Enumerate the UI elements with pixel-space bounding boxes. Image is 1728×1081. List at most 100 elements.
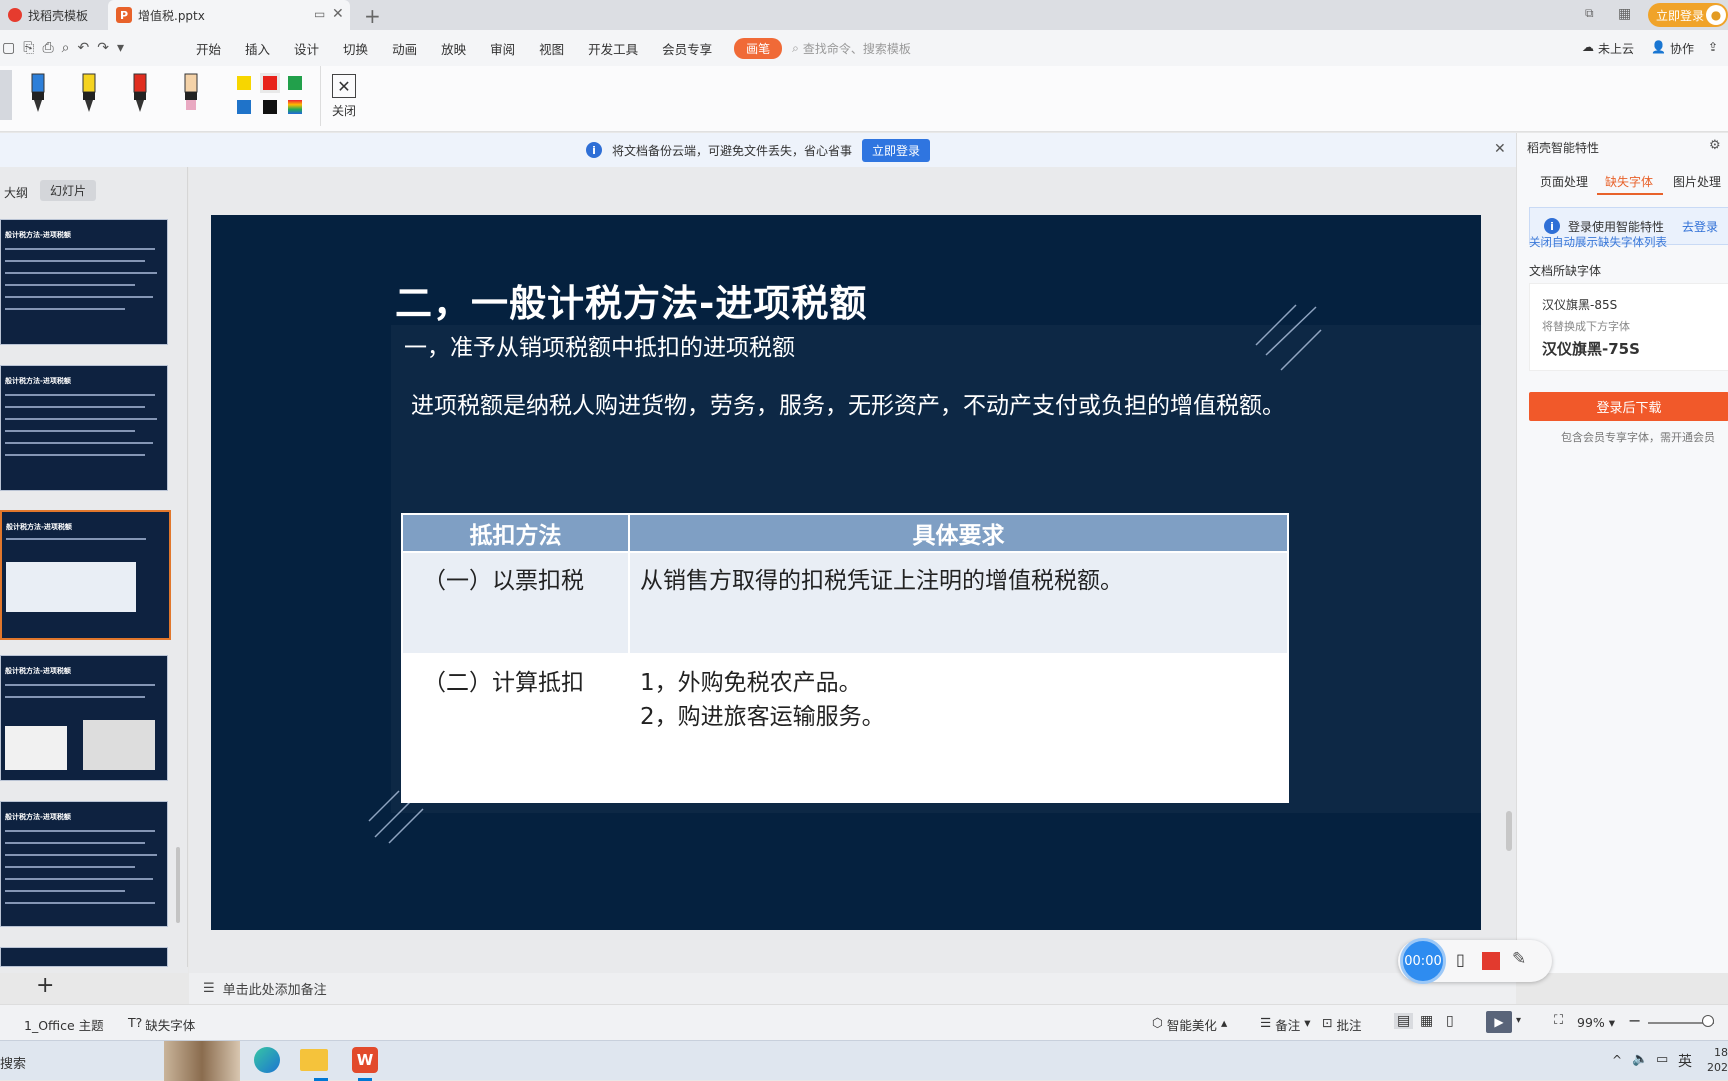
color-black[interactable]	[263, 100, 277, 114]
menu-transition[interactable]: 切换	[331, 39, 380, 58]
comment-icon[interactable]: ▭	[314, 7, 325, 21]
play-icon[interactable]: ▶	[1486, 1011, 1512, 1033]
slide-thumbnail[interactable]: 般计税方法-进项税额	[0, 801, 168, 927]
search-icon: ⌕	[792, 40, 799, 55]
volume-icon[interactable]: 🔈	[1632, 1052, 1648, 1067]
slide-subtitle[interactable]: 一，准予从销项税额中抵扣的进项税额	[404, 328, 795, 362]
tab-outline[interactable]: 大纲	[4, 184, 28, 201]
grid-icon[interactable]: ▦	[1618, 6, 1631, 22]
slide-sorter-icon[interactable]: ▦	[1420, 1013, 1433, 1029]
login-button[interactable]: 立即登录 ●	[1648, 3, 1728, 27]
color-more-icon[interactable]	[288, 100, 302, 114]
pen-yellow-icon[interactable]	[79, 72, 99, 116]
wps-icon[interactable]: W	[352, 1047, 378, 1073]
color-green[interactable]	[288, 76, 302, 90]
menu-review[interactable]: 审阅	[478, 39, 527, 58]
more-icon[interactable]: ▾	[117, 40, 124, 56]
menu-developer[interactable]: 开发工具	[576, 39, 650, 58]
go-login-link[interactable]: 去登录	[1682, 218, 1718, 235]
pause-icon[interactable]: ▯	[1456, 950, 1465, 969]
color-blue[interactable]	[237, 100, 251, 114]
tray-chevron-icon[interactable]: ^	[1612, 1053, 1622, 1067]
edge-icon[interactable]	[254, 1047, 280, 1073]
deduction-table[interactable]: 抵扣方法 具体要求 （一）以票扣税 从销售方取得的扣税凭证上注明的增值税税额。 …	[401, 513, 1289, 803]
tab-image-processing[interactable]: 图片处理	[1673, 173, 1721, 190]
menu-design[interactable]: 设计	[282, 39, 331, 58]
slide-thumbnail[interactable]: 般计税方法-进项税额	[0, 655, 168, 781]
slide-title[interactable]: 二，一般计税方法-进项税额	[395, 273, 867, 327]
window-layout-icon[interactable]: ⧉	[1585, 6, 1594, 21]
taskbar-search-image	[164, 1041, 240, 1081]
ribbon-scroll-left[interactable]	[0, 70, 12, 120]
notice-login-button[interactable]: 立即登录	[862, 138, 931, 162]
comments-button[interactable]: ⊡ 批注	[1322, 1015, 1362, 1034]
redo-icon[interactable]: ↷	[97, 40, 109, 56]
slide-canvas[interactable]: 二，一般计税方法-进项税额 一，准予从销项税额中抵扣的进项税额 进项税额是纳税人…	[211, 215, 1481, 930]
fit-window-icon[interactable]: ⛶	[1554, 1013, 1563, 1028]
add-slide-icon[interactable]: +	[36, 973, 54, 998]
reading-view-icon[interactable]: ▯	[1446, 1013, 1454, 1029]
input-language[interactable]: 英	[1678, 1051, 1692, 1071]
undo-icon[interactable]: ↶	[77, 40, 89, 56]
preview-icon[interactable]: ⌕	[62, 40, 70, 56]
notes-toggle[interactable]: ☰ 备注 ▾	[1260, 1015, 1311, 1034]
color-red[interactable]	[263, 76, 277, 90]
zoom-slider-handle[interactable]	[1702, 1015, 1714, 1027]
editor-scrollbar[interactable]	[1506, 181, 1512, 953]
slide-thumbnail-selected[interactable]: 般计税方法-进项税额	[0, 510, 171, 640]
download-button[interactable]: 登录后下载	[1529, 392, 1728, 421]
color-yellow[interactable]	[237, 76, 251, 90]
zoom-level[interactable]: 99% ▾	[1577, 1015, 1615, 1030]
missing-font-card[interactable]: 汉仪旗黑-85S 将替换成下方字体 汉仪旗黑-75S	[1529, 283, 1728, 371]
beautify-button[interactable]: ⬡ 智能美化 ▴	[1152, 1015, 1227, 1034]
eraser-icon[interactable]	[181, 72, 201, 116]
menu-insert[interactable]: 插入	[233, 39, 282, 58]
slide-thumbnail[interactable]: 般计税方法-进项税额	[0, 219, 168, 345]
close-pen-icon[interactable]: ✕	[332, 74, 356, 98]
slide-thumbnail[interactable]	[0, 947, 168, 967]
missing-font-status[interactable]: T? 缺失字体	[128, 1015, 195, 1034]
pen-blue-icon[interactable]	[28, 72, 48, 116]
pen-red-icon[interactable]	[130, 72, 150, 116]
slide-thumbnail[interactable]: 般计税方法-进项税额	[0, 365, 168, 491]
tab-template[interactable]: 找稻壳模板	[0, 0, 105, 30]
zoom-out-icon[interactable]: −	[1628, 1011, 1641, 1030]
pen-tab[interactable]: 画笔	[734, 37, 783, 59]
pen-icon[interactable]: ✎	[1512, 949, 1526, 969]
collab-button[interactable]: 👤 协作	[1651, 40, 1694, 57]
clock[interactable]: 18 202	[1704, 1045, 1728, 1075]
share-icon[interactable]: ⇪	[1708, 40, 1718, 54]
tab-missing-font[interactable]: 缺失字体	[1605, 173, 1653, 190]
normal-view-icon[interactable]: ▤	[1394, 1013, 1414, 1029]
network-icon[interactable]: ▭	[1656, 1052, 1668, 1067]
save-icon[interactable]: ▢	[2, 40, 15, 56]
print-icon[interactable]: ⎙	[42, 40, 53, 56]
tab-slides[interactable]: 幻灯片	[40, 180, 97, 201]
cloud-status[interactable]: ☁ 未上云	[1582, 40, 1634, 57]
command-search[interactable]: ⌕ 查找命令、搜索模板	[792, 40, 911, 57]
panel-header[interactable]: 稻壳智能特性	[1527, 139, 1599, 156]
notes-bar[interactable]: ☰ 单击此处添加备注	[189, 973, 1516, 1004]
close-tab-icon[interactable]: ✕	[332, 6, 344, 22]
play-dropdown-icon[interactable]: ▾	[1516, 1015, 1521, 1026]
close-notice-icon[interactable]: ✕	[1494, 141, 1506, 157]
settings-icon[interactable]: ⚙	[1709, 138, 1721, 153]
close-pen-label[interactable]: 关闭	[332, 102, 356, 119]
menu-home[interactable]: 开始	[184, 39, 233, 58]
thumbnail-scrollbar[interactable]	[176, 847, 180, 923]
tab-document[interactable]: P 增值税.pptx ▭ ✕	[108, 0, 350, 30]
taskbar-search[interactable]: 搜索	[0, 1053, 26, 1072]
menu-animation[interactable]: 动画	[380, 39, 429, 58]
export-icon[interactable]: ⎘	[23, 40, 34, 56]
new-tab-icon[interactable]: +	[364, 4, 381, 28]
menu-member[interactable]: 会员专享	[650, 39, 724, 58]
theme-label[interactable]: 1_Office 主题	[24, 1015, 104, 1034]
menu-slideshow[interactable]: 放映	[429, 39, 478, 58]
tab-page-processing[interactable]: 页面处理	[1540, 173, 1588, 190]
recorder-timer[interactable]: 00:00	[1400, 938, 1446, 984]
file-explorer-icon[interactable]	[300, 1049, 328, 1071]
stop-icon[interactable]	[1482, 952, 1500, 970]
close-missing-font-link[interactable]: 关闭自动展示缺失字体列表	[1529, 234, 1667, 250]
menu-view[interactable]: 视图	[527, 39, 576, 58]
slide-body-text[interactable]: 进项税额是纳税人购进货物，劳务，服务，无形资产，不动产支付或负担的增值税额。	[411, 386, 1285, 420]
